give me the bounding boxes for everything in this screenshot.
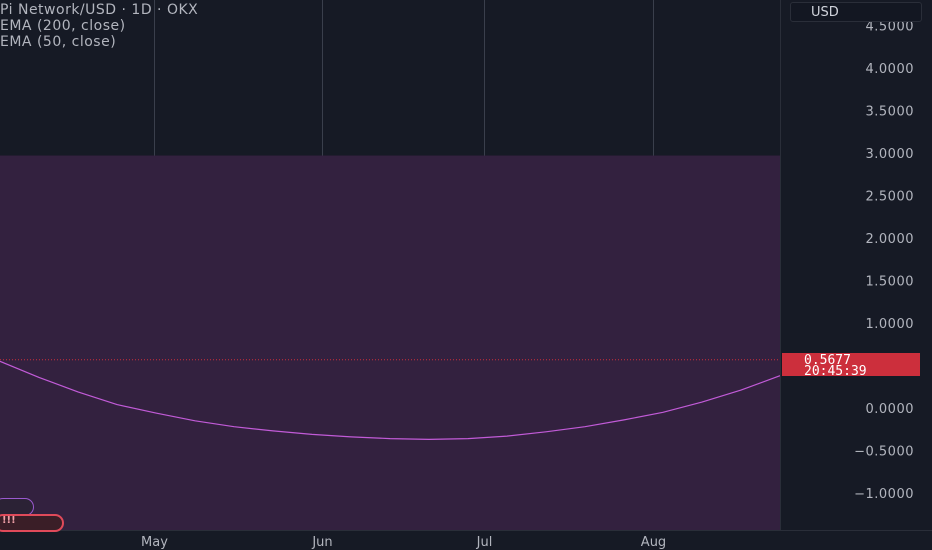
- time-tick-label: Jul: [476, 535, 493, 550]
- price-chart[interactable]: 4.50004.00003.50003.00002.50002.00001.50…: [0, 0, 932, 550]
- countdown-label: 20:45:39: [804, 364, 867, 379]
- ema-50-legend[interactable]: EMA (50, close): [0, 34, 198, 50]
- ema-200-legend[interactable]: EMA (200, close): [0, 18, 198, 34]
- price-tick-label: 2.0000: [866, 232, 915, 247]
- event-badge-icon[interactable]: !!!: [0, 514, 64, 532]
- chart-legend: Pi Network/USD · 1D · OKX EMA (200, clos…: [0, 2, 198, 50]
- symbol-title[interactable]: Pi Network/USD · 1D · OKX: [0, 2, 198, 18]
- price-tick-label: 1.0000: [866, 317, 915, 332]
- time-tick-label: Aug: [641, 535, 666, 550]
- current-price-tag: 0.5677 20:45:39: [782, 353, 920, 379]
- time-axis-labels: May Jun Jul Aug: [141, 535, 666, 550]
- price-tick-label: 3.0000: [866, 147, 915, 162]
- price-tick-label: −0.5000: [854, 445, 914, 460]
- price-tick-label: 3.5000: [866, 105, 915, 120]
- time-tick-label: Jun: [311, 535, 332, 550]
- price-tick-label: 0.0000: [866, 402, 915, 417]
- price-tick-label: −1.0000: [854, 487, 914, 502]
- price-tick-label: 4.0000: [866, 62, 915, 77]
- price-tick-label: 1.5000: [866, 275, 915, 290]
- price-tick-label: 2.5000: [866, 190, 915, 205]
- currency-button[interactable]: USD: [790, 2, 922, 22]
- ema-band-fill: [0, 155, 780, 531]
- time-tick-label: May: [141, 535, 168, 550]
